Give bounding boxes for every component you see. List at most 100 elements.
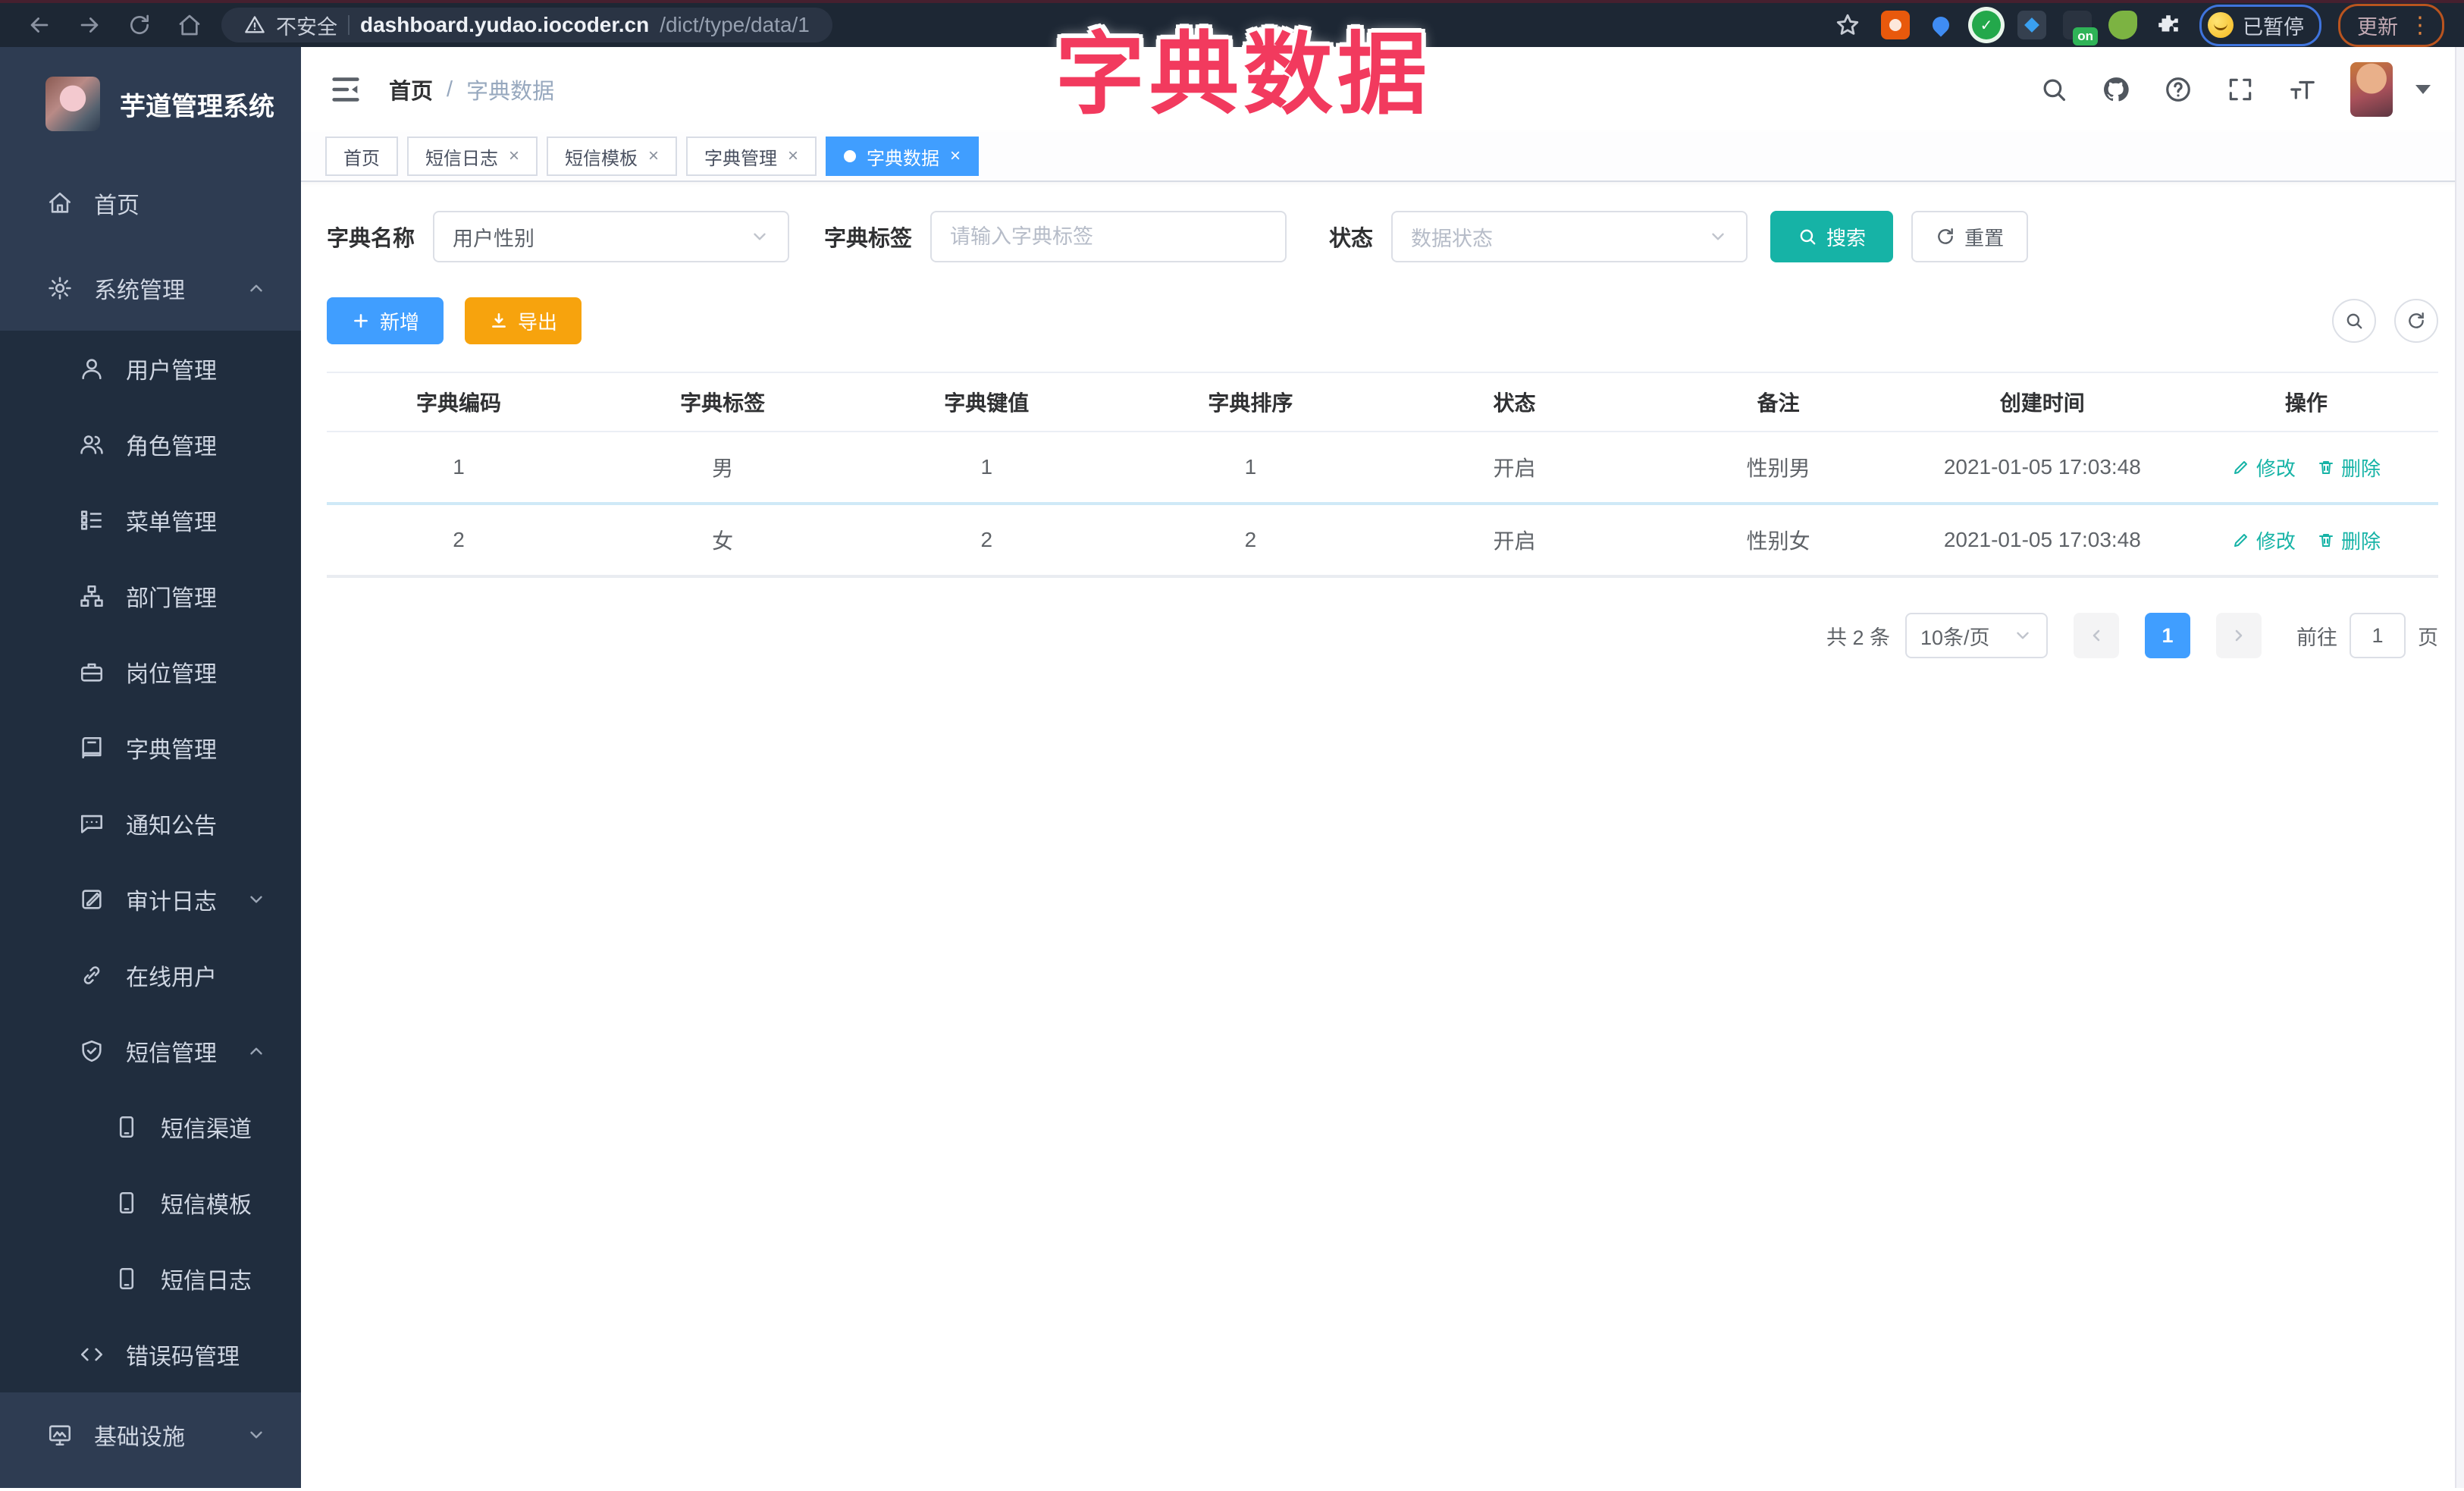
sidebar-item-notices[interactable]: 通知公告 [0,786,301,862]
sidebar-item-home[interactable]: 首页 [0,161,301,246]
bookmark-star-icon[interactable] [1831,8,1864,42]
toolbar: 新增 导出 [327,297,2438,344]
home-nav-icon[interactable] [170,5,209,45]
back-icon[interactable] [20,5,59,45]
sidebar-item-system[interactable]: 系统管理 [0,246,301,331]
close-icon[interactable]: × [509,147,519,165]
refresh-table-button[interactable] [2394,299,2438,343]
trash-icon [2318,534,2333,547]
filter-form: 字典名称 用户性别 字典标签 状态 数据状态 [327,211,2438,262]
audit-icon [82,890,102,909]
security-label[interactable]: 不安全 [276,11,337,40]
logo[interactable]: 芋道管理系统 [0,47,301,161]
page-size-select[interactable]: 10条/页 [1905,613,2048,658]
reset-button[interactable]: 重置 [1911,211,2029,262]
list-icon [80,510,102,530]
export-button[interactable]: 导出 [465,297,582,344]
github-icon[interactable] [2102,75,2130,104]
extension-leaf-icon[interactable] [2108,11,2137,39]
sidebar-item-sms-template[interactable]: 短信模板 [0,1165,301,1241]
logo-title: 芋道管理系统 [120,92,274,121]
header-icons [2039,62,2431,117]
edit-button[interactable]: 修改 [2232,454,2296,482]
dict-name-label: 字典名称 [327,227,415,251]
next-page-button[interactable] [2216,613,2262,658]
sidebar-item-sms-log[interactable]: 短信日志 [0,1241,301,1317]
forward-icon[interactable] [70,5,109,45]
extensions-puzzle-icon[interactable] [2154,11,2183,39]
reload-icon[interactable] [120,5,159,45]
goto-label: 前往 [2296,626,2337,649]
tab-sms-log[interactable]: 短信日志 × [407,137,538,176]
avatar-caret-icon[interactable] [2415,85,2431,94]
sidebar-item-users[interactable]: 用户管理 [0,331,301,406]
help-icon[interactable] [2164,75,2193,104]
trash-icon [2318,461,2333,474]
fullscreen-icon[interactable] [2226,75,2255,104]
sidebar-item-menus[interactable]: 菜单管理 [0,482,301,558]
prev-page-button[interactable] [2074,613,2119,658]
close-icon[interactable]: × [648,147,659,165]
sidebar-item-posts[interactable]: 岗位管理 [0,634,301,710]
sidebar-item-dict[interactable]: 字典管理 [0,710,301,786]
font-size-icon[interactable] [2288,75,2317,104]
search-button[interactable]: 搜索 [1770,211,1894,262]
table-tools [2332,299,2438,343]
col-dict-value: 字典键值 [944,391,1030,415]
dict-name-select[interactable]: 用户性别 [433,211,790,262]
profile-paused-pill[interactable]: 已暂停 [2199,4,2321,46]
refresh-icon [1938,228,1953,244]
close-icon[interactable]: × [788,147,798,165]
extension-on-badge-icon[interactable]: on [2063,11,2098,46]
sidebar-item-sms[interactable]: 短信管理 [0,1013,301,1089]
breadcrumb-separator: / [447,77,453,102]
chevron-down-icon [1712,233,1724,240]
delete-button[interactable]: 删除 [2317,454,2381,482]
pagination: 共 2 条 10条/页 1 前往 页 [327,613,2438,658]
chevron-up-icon [246,1041,266,1061]
tab-dict-manage[interactable]: 字典管理 × [686,137,817,176]
chevron-down-icon [246,1425,266,1445]
sidebar-item-departments[interactable]: 部门管理 [0,558,301,634]
address-bar[interactable]: 不安全 dashboard.yudao.iocoder.cn/dict/type… [221,8,832,42]
url-path: /dict/type/data/1 [660,13,810,36]
kebab-menu-icon[interactable]: ⋮ [2409,12,2431,39]
dict-tag-input[interactable] [950,224,1268,249]
tab-sms-template[interactable]: 短信模板 × [547,137,678,176]
chevron-down-icon [754,233,766,240]
download-icon [492,313,506,328]
add-button[interactable]: 新增 [327,297,444,344]
scrollbar[interactable] [2455,47,2464,1488]
sidebar-item-roles[interactable]: 角色管理 [0,406,301,482]
extension-orange-icon[interactable] [1881,11,1910,39]
col-status: 状态 [1493,391,1536,415]
delete-button[interactable]: 删除 [2317,526,2381,554]
browser-right: ✓ on 已暂停 更新 ⋮ [1831,3,2444,47]
search-icon[interactable] [2039,75,2068,104]
sidebar-item-sms-channel[interactable]: 短信渠道 [0,1089,301,1165]
edit-button[interactable]: 修改 [2232,526,2296,554]
tab-home[interactable]: 首页 [325,137,398,176]
table-header-row: 字典编码 字典标签 字典键值 字典排序 状态 备注 创建时间 操作 [327,373,2438,432]
page-1-button[interactable]: 1 [2145,613,2190,658]
browser-update-button[interactable]: 更新 ⋮ [2338,3,2444,47]
goto-page-input[interactable] [2350,613,2406,658]
table-row: 1 男 1 1 开启 性别男 2021-01-05 17:03:48 修改 删除 [327,432,2438,505]
extension-green-check-icon[interactable]: ✓ [1972,11,2001,39]
close-icon[interactable]: × [950,147,961,165]
sidebar-item-online-users[interactable]: 在线用户 [0,937,301,1013]
toggle-search-button[interactable] [2332,299,2376,343]
sidebar-item-error-codes[interactable]: 错误码管理 [0,1317,301,1392]
extension-blue-icon[interactable] [1926,11,1955,39]
hamburger-icon[interactable] [328,72,363,107]
screen: 不安全 dashboard.yudao.iocoder.cn/dict/type… [0,0,2464,1491]
chevron-right-icon [2235,629,2243,642]
sidebar-item-audit-logs[interactable]: 审计日志 [0,862,301,937]
status-select[interactable]: 数据状态 [1391,211,1748,262]
shield-icon [82,1040,102,1063]
avatar[interactable] [2350,62,2393,117]
sidebar-item-infrastructure[interactable]: 基础设施 [0,1392,301,1477]
breadcrumb-home[interactable]: 首页 [389,74,433,105]
extension-stats-icon[interactable] [2017,11,2046,39]
tab-dict-data[interactable]: 字典数据 × [826,137,980,176]
